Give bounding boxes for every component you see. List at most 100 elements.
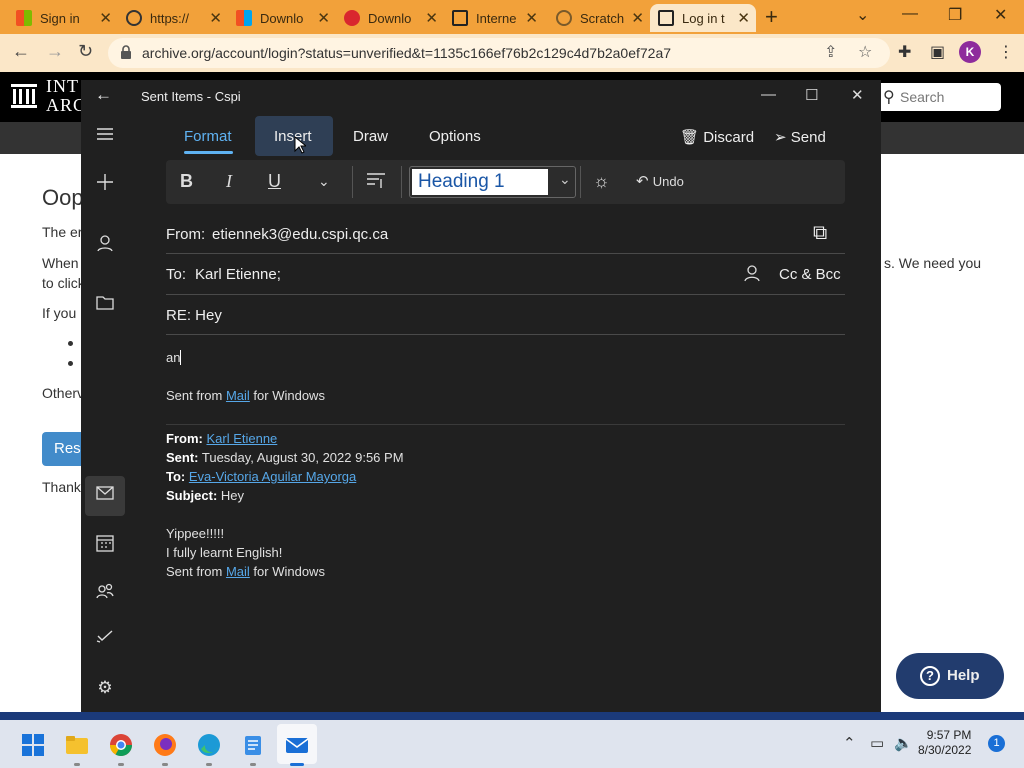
- close-tab-icon[interactable]: ✕: [99, 9, 112, 27]
- send-icon: ➢: [774, 129, 787, 146]
- settings-gear-icon[interactable]: ⚙: [93, 676, 117, 700]
- resend-button[interactable]: Res: [42, 432, 82, 466]
- tab-scratch[interactable]: Scratch ✕: [548, 4, 650, 32]
- close-tab-icon[interactable]: ✕: [525, 9, 538, 27]
- sender-link[interactable]: Karl Etienne: [206, 431, 277, 446]
- share-icon[interactable]: ⇪: [824, 42, 837, 62]
- subject-field[interactable]: RE: Hey: [166, 307, 222, 324]
- file-explorer-icon[interactable]: [65, 733, 89, 757]
- url-text: archive.org/account/login?status=unverif…: [142, 45, 672, 61]
- windows-start-icon[interactable]: [21, 733, 45, 757]
- profile-avatar[interactable]: K: [959, 41, 981, 63]
- chevron-up-icon[interactable]: ⌃: [843, 734, 856, 752]
- close-tab-icon[interactable]: ✕: [209, 9, 222, 27]
- chevron-down-icon[interactable]: ⌄: [318, 173, 330, 190]
- undo-button[interactable]: ↶ Undo: [636, 172, 684, 190]
- minimize-button[interactable]: —: [902, 5, 918, 23]
- archive-icon: [452, 10, 468, 26]
- tab-log-in[interactable]: Log in t ✕: [650, 4, 756, 32]
- extensions-icon[interactable]: ✚: [898, 42, 911, 62]
- mail-link[interactable]: Mail: [226, 388, 250, 403]
- new-mail-plus-icon[interactable]: [93, 171, 117, 195]
- notepad-icon[interactable]: [241, 733, 265, 757]
- folder-icon[interactable]: [93, 292, 117, 316]
- new-tab-button[interactable]: +: [765, 4, 778, 30]
- network-icon[interactable]: ▭: [870, 734, 884, 752]
- mail-app-icon[interactable]: [285, 733, 309, 757]
- reload-button[interactable]: ↻: [78, 41, 93, 62]
- tab-format[interactable]: Format: [184, 128, 232, 145]
- running-indicator: [290, 763, 304, 766]
- back-arrow-icon[interactable]: ←: [95, 85, 112, 105]
- style-dropdown[interactable]: Heading 1 ⌄: [409, 166, 576, 198]
- contact-person-icon[interactable]: [744, 264, 760, 286]
- tab-options[interactable]: Options: [429, 128, 481, 145]
- system-clock[interactable]: 9:57 PM 8/30/2022: [918, 728, 971, 758]
- calendar-icon[interactable]: [93, 532, 117, 556]
- volume-icon[interactable]: 🔈: [894, 734, 913, 752]
- discard-button[interactable]: 🗑 Discard: [680, 128, 754, 146]
- tab-search-icon[interactable]: ⌄: [856, 5, 869, 25]
- archive-search-box[interactable]: ⚲ Search: [877, 83, 1001, 111]
- browser-toolbar: ← → ↻ archive.org/account/login?status=u…: [0, 34, 1024, 72]
- browser-tab-strip: Sign in ✕ https:// ✕ Downlo ✕ Downlo ✕ I…: [0, 0, 1024, 34]
- bold-button[interactable]: B: [180, 171, 193, 192]
- forward-button[interactable]: →: [46, 41, 64, 62]
- chrome-icon[interactable]: [109, 733, 133, 757]
- tab-internet-archive[interactable]: Interne ✕: [444, 4, 544, 32]
- firefox-icon[interactable]: [153, 733, 177, 757]
- help-button[interactable]: ? Help: [896, 653, 1004, 699]
- close-tab-icon[interactable]: ✕: [317, 9, 330, 27]
- hamburger-menu-icon[interactable]: [93, 124, 117, 148]
- side-panel-icon[interactable]: ▣: [930, 42, 945, 62]
- to-field[interactable]: Karl Etienne;: [195, 266, 281, 283]
- quoted-body-line: Yippee!!!!!: [166, 526, 225, 541]
- archive-icon: [658, 10, 674, 26]
- menu-icon[interactable]: ⋮: [998, 42, 1014, 62]
- chevron-down-icon: ⌄: [559, 171, 571, 187]
- address-bar[interactable]: archive.org/account/login?status=unverif…: [108, 38, 890, 68]
- pop-out-icon[interactable]: ⧉: [813, 222, 827, 245]
- edge-icon[interactable]: [197, 733, 221, 757]
- tab-draw[interactable]: Draw: [353, 128, 388, 145]
- close-tab-icon[interactable]: ✕: [737, 9, 750, 27]
- microsoft-icon: [16, 10, 32, 26]
- from-field[interactable]: etiennek3@edu.cspi.qc.ca: [212, 226, 388, 243]
- accounts-person-icon[interactable]: [93, 232, 117, 256]
- send-button[interactable]: ➢ Send: [774, 128, 826, 146]
- close-window-button[interactable]: ✕: [994, 5, 1007, 25]
- close-tab-icon[interactable]: ✕: [425, 9, 438, 27]
- minimize-button[interactable]: —: [761, 86, 776, 103]
- tab-sign-in[interactable]: Sign in ✕: [8, 4, 118, 32]
- format-toolbar: B I U ⌄ Heading 1 ⌄ ☼ ↶ Undo: [166, 160, 845, 204]
- back-button[interactable]: ←: [12, 41, 30, 62]
- running-indicator: [206, 763, 212, 766]
- mail-envelope-icon[interactable]: [93, 484, 117, 508]
- recipient-link[interactable]: Eva-Victoria Aguilar Mayorga: [189, 469, 356, 484]
- tab-https[interactable]: https:// ✕: [118, 4, 228, 32]
- paragraph-format-icon[interactable]: [366, 171, 386, 194]
- style-dropdown-field: Heading 1: [412, 169, 548, 195]
- brightness-sun-icon[interactable]: ☼: [593, 171, 610, 192]
- close-tab-icon[interactable]: ✕: [631, 9, 644, 27]
- bookmark-star-icon[interactable]: ☆: [858, 42, 872, 62]
- mail-window: ← Sent Items - Cspi — ☐ ✕ ⚙ Format Inser…: [81, 80, 881, 712]
- maximize-button[interactable]: ☐: [805, 86, 818, 104]
- page-text: If you: [42, 305, 77, 321]
- running-indicator: [250, 763, 256, 766]
- divider: [401, 166, 402, 198]
- notification-badge[interactable]: 1: [988, 735, 1005, 752]
- tab-download-2[interactable]: Downlo ✕: [336, 4, 444, 32]
- close-button[interactable]: ✕: [851, 86, 864, 104]
- signature: Sent from Mail for Windows: [166, 388, 325, 403]
- tab-download-1[interactable]: Downlo ✕: [228, 4, 336, 32]
- todo-check-icon[interactable]: [93, 627, 117, 651]
- underline-button[interactable]: U: [268, 171, 281, 192]
- maximize-button[interactable]: ❐: [948, 5, 962, 25]
- cc-bcc-button[interactable]: Cc & Bcc: [779, 266, 841, 283]
- message-body[interactable]: an: [166, 350, 182, 365]
- italic-button[interactable]: I: [226, 171, 232, 192]
- people-icon[interactable]: [93, 580, 117, 604]
- mail-link[interactable]: Mail: [226, 564, 250, 579]
- lock-icon: [121, 45, 131, 59]
